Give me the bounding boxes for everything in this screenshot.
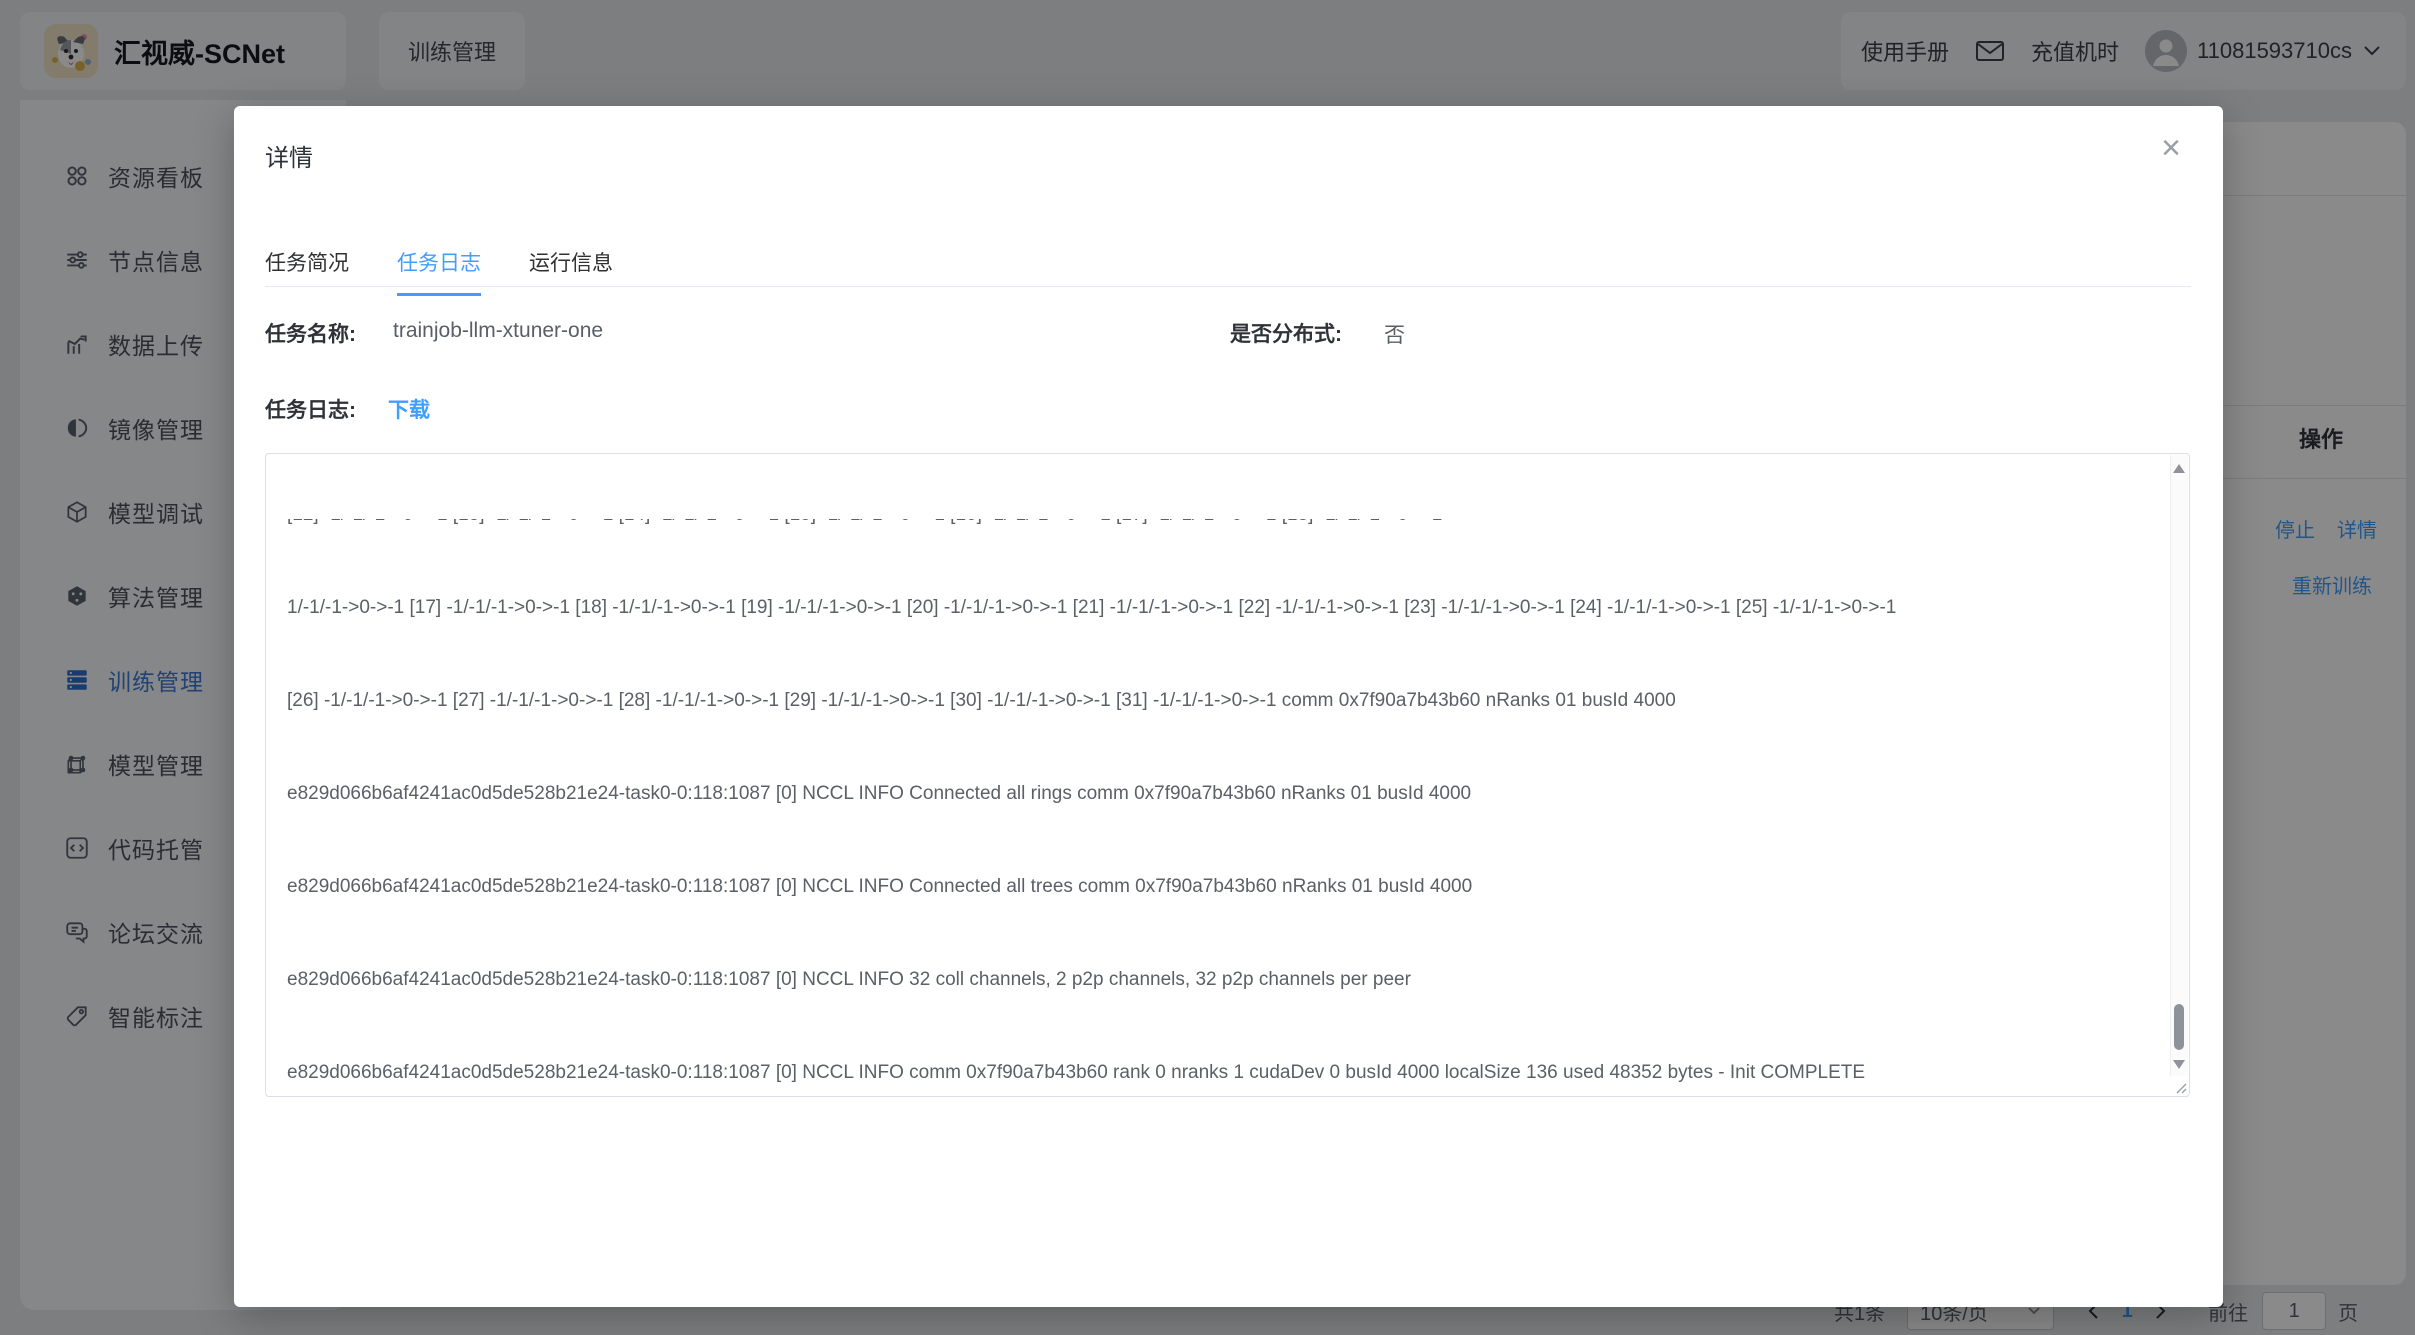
log-line: e829d066b6af4241ac0d5de528b21e24-task0-0… (287, 778, 2165, 809)
app-root: 汇视威-SCNet 训练管理 使用手册 充值机时 11081593710cs (0, 0, 2415, 1335)
modal-title: 详情 (265, 138, 313, 173)
task-log-label: 任务日志: (265, 394, 356, 424)
scroll-down-icon[interactable] (2173, 1060, 2185, 1069)
task-name-value: trainjob-llm-xtuner-one (393, 319, 603, 343)
log-line: 1/-1/-1->0->-1 [17] -1/-1/-1->0->-1 [18]… (287, 592, 2165, 623)
log-line: [26] -1/-1/-1->0->-1 [27] -1/-1/-1->0->-… (287, 685, 2165, 716)
detail-modal: 详情 × 任务简况 任务日志 运行信息 任务名称: trainjob-llm-x… (234, 106, 2223, 1307)
tab-task-overview[interactable]: 任务简况 (265, 247, 349, 296)
distributed-label: 是否分布式: (1230, 318, 1342, 348)
tab-run-info[interactable]: 运行信息 (529, 247, 613, 296)
log-line: e829d066b6af4241ac0d5de528b21e24-task0-0… (287, 871, 2165, 902)
log-line-partial: [12] -1/-1/-1->0->-1 [13] -1/-1/-1->0->-… (287, 519, 2165, 530)
modal-tabs: 任务简况 任务日志 运行信息 (265, 247, 613, 296)
download-link[interactable]: 下载 (388, 394, 430, 424)
task-name-label: 任务名称: (265, 318, 356, 348)
tabs-divider (265, 286, 2191, 287)
scroll-up-icon[interactable] (2173, 464, 2185, 473)
scrollbar-thumb[interactable] (2174, 1004, 2184, 1050)
task-log-textarea[interactable]: [12] -1/-1/-1->0->-1 [13] -1/-1/-1->0->-… (265, 453, 2190, 1097)
log-content: [12] -1/-1/-1->0->-1 [13] -1/-1/-1->0->-… (266, 454, 2171, 1096)
resize-grip-icon[interactable] (2172, 1079, 2187, 1094)
log-line: e829d066b6af4241ac0d5de528b21e24-task0-0… (287, 964, 2165, 995)
close-icon[interactable]: × (2155, 130, 2187, 166)
log-line: e829d066b6af4241ac0d5de528b21e24-task0-0… (287, 1057, 2165, 1088)
tab-task-log[interactable]: 任务日志 (397, 247, 481, 296)
log-scrollbar[interactable] (2170, 455, 2188, 1076)
distributed-value: 否 (1384, 319, 1405, 349)
